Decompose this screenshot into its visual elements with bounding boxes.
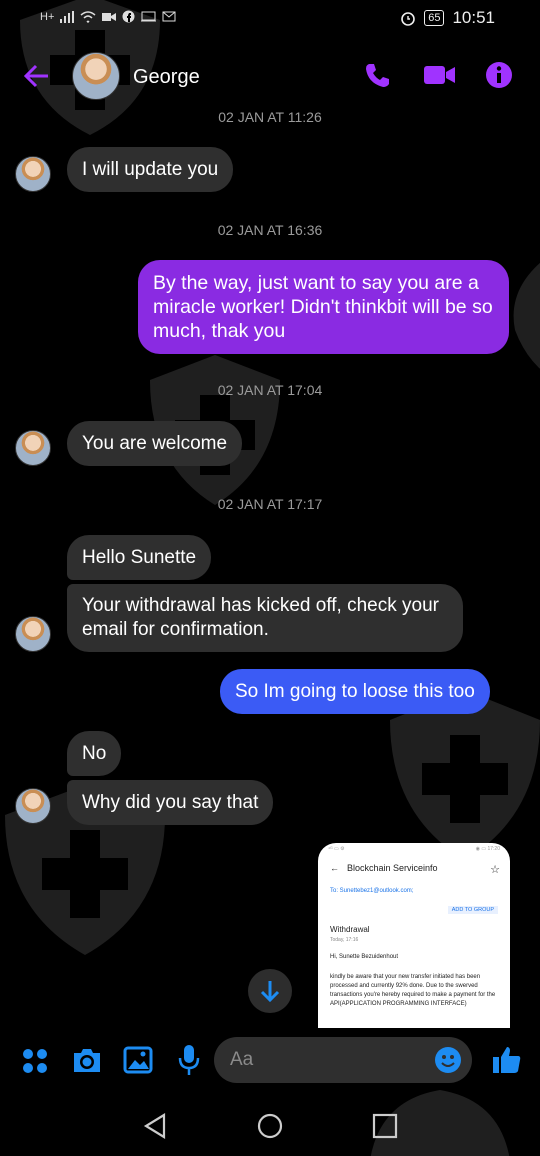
back-arrow-icon[interactable] [22, 62, 50, 90]
signal-icon [60, 10, 75, 23]
screen-icon [141, 11, 157, 22]
contact-name[interactable]: George [133, 66, 200, 89]
info-icon[interactable] [485, 61, 513, 89]
gallery-icon[interactable] [123, 1046, 153, 1074]
sender-avatar [15, 788, 51, 824]
screenshot-add-to-group: ADD TO GROUP [447, 906, 498, 914]
arrow-down-icon [260, 981, 280, 1003]
nav-home-icon[interactable] [256, 1112, 284, 1140]
network-type: H+ [40, 10, 55, 23]
scroll-to-bottom-button[interactable] [248, 969, 292, 1013]
message-input-placeholder: Aa [230, 1049, 254, 1070]
battery-level: 65 [424, 10, 445, 26]
message-bubble-received[interactable]: Your withdrawal has kicked off, check yo… [67, 584, 463, 652]
video-notification-icon [102, 12, 117, 21]
facebook-icon [122, 10, 135, 23]
shared-screenshot-image[interactable]: ⁴ᴳ ▭ ⚙ ◉ ▭ 17:20 ← Blockchain Serviceinf… [318, 843, 510, 1028]
watermark-shield-icon [513, 263, 540, 369]
camera-icon[interactable] [71, 1046, 103, 1074]
mail-icon [162, 11, 176, 22]
message-input[interactable]: Aa [214, 1037, 472, 1083]
message-bubble-received[interactable]: Hello Sunette [67, 535, 212, 580]
screenshot-email-header: ← Blockchain Serviceinfo ☆ [330, 863, 500, 876]
sender-avatar [15, 156, 51, 192]
status-bar: H+ 65 10:51 [0, 0, 540, 40]
contact-avatar[interactable] [72, 52, 120, 100]
timestamp-separator: 02 JAN AT 17:04 [217, 382, 323, 398]
screenshot-email-to: To: Sunettebez1@outlook.com; [330, 888, 414, 894]
nav-recents-icon[interactable] [372, 1113, 398, 1139]
screenshot-status-bar: ⁴ᴳ ▭ ⚙ ◉ ▭ 17:20 [328, 846, 500, 852]
screenshot-email-title: Blockchain Serviceinfo [347, 863, 438, 873]
message-bubble-received[interactable]: No [67, 731, 122, 776]
microphone-icon[interactable] [178, 1044, 200, 1076]
system-navigation-bar [0, 1100, 540, 1156]
sender-avatar [15, 616, 51, 652]
clock: 10:51 [452, 8, 495, 27]
nav-back-icon[interactable] [142, 1112, 168, 1140]
screenshot-back-icon: ← [330, 863, 339, 873]
message-bubble-received[interactable]: You are welcome [67, 421, 243, 466]
message-composer: Aa [0, 1032, 540, 1088]
chat-header: George [0, 48, 540, 106]
thumbs-up-icon[interactable] [491, 1044, 523, 1076]
phone-call-icon[interactable] [363, 61, 391, 89]
message-bubble-sent[interactable]: By the way, just want to say you are a m… [138, 260, 509, 354]
timestamp-separator: 02 JAN AT 11:26 [218, 109, 322, 123]
emoji-icon[interactable] [434, 1046, 462, 1074]
alarm-icon [401, 12, 416, 26]
video-call-icon[interactable] [423, 61, 457, 89]
screenshot-email-greeting: Hi, Sunette Bezuidenhout [330, 954, 399, 960]
screenshot-star-icon: ☆ [490, 864, 500, 876]
timestamp-separator: 02 JAN AT 16:36 [217, 222, 323, 238]
screenshot-email-body: kindly be aware that your new transfer i… [330, 974, 496, 1007]
message-bubble-received[interactable]: Why did you say that [67, 780, 274, 825]
more-actions-icon[interactable] [22, 1048, 48, 1074]
timestamp-separator: 02 JAN AT 17:17 [217, 496, 323, 512]
wifi-icon [80, 10, 96, 23]
screenshot-email-subject: Withdrawal [330, 925, 370, 934]
message-bubble-sent[interactable]: So Im going to loose this too [220, 669, 490, 714]
message-bubble-received[interactable]: I will update you [67, 147, 234, 192]
screenshot-email-date: Today, 17:16 [330, 937, 359, 943]
sender-avatar [15, 430, 51, 466]
